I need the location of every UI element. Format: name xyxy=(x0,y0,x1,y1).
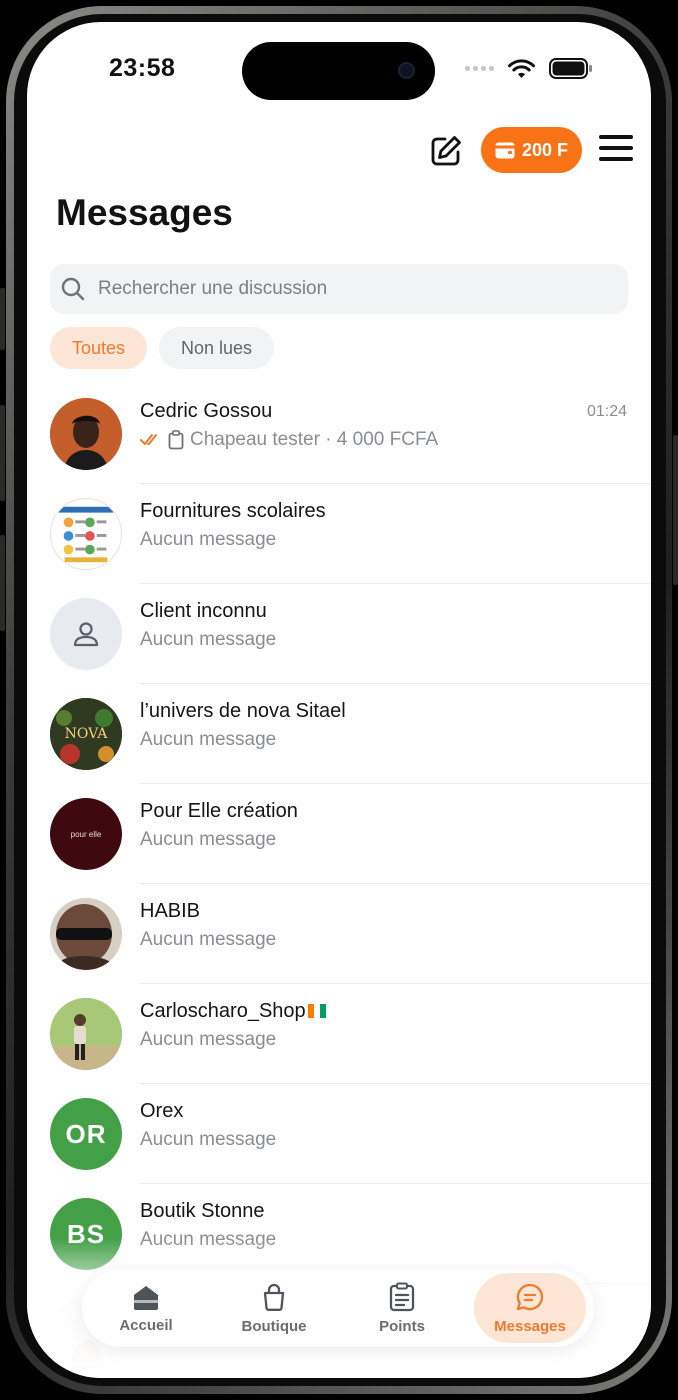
filter-unread-chip[interactable]: Non lues xyxy=(159,327,274,369)
volume-down-button xyxy=(0,535,5,631)
chat-bubble-icon xyxy=(516,1283,544,1310)
double-check-icon xyxy=(140,434,157,445)
avatar xyxy=(50,898,122,970)
last-message-text: Aucun message xyxy=(140,529,277,550)
pour-elle-logo-text: pour elle xyxy=(70,829,102,839)
contact-name: HABIB xyxy=(140,900,201,922)
nav-home-label: Accueil xyxy=(119,1316,173,1334)
last-message-preview: Chapeau tester · 4 000 FCFA xyxy=(140,429,438,451)
conversation-row[interactable]: Carloscharo_Shop Aucun message xyxy=(27,984,651,1084)
last-message-text: Aucun message xyxy=(140,629,277,650)
contact-name: Orex xyxy=(140,1100,184,1122)
contact-name: Carloscharo_Shop xyxy=(140,1000,326,1023)
avatar-initials: OR xyxy=(65,1118,107,1149)
menu-button[interactable] xyxy=(599,135,633,165)
search-icon xyxy=(61,277,85,301)
shopping-bag-icon xyxy=(263,1283,285,1311)
contact-name: Fournitures scolaires xyxy=(140,500,326,522)
message-time: 01:24 xyxy=(586,403,627,420)
nav-messages-label: Messages xyxy=(494,1317,566,1335)
last-message-text: Aucun message xyxy=(140,729,277,750)
status-time: 23:58 xyxy=(109,54,176,82)
page-title: Messages xyxy=(56,192,233,233)
avatar xyxy=(50,598,122,670)
nav-shop[interactable]: Boutique xyxy=(218,1273,330,1343)
signal-icon xyxy=(465,66,494,71)
contact-name-text: Carloscharo_Shop xyxy=(140,1000,306,1022)
wallet-balance-button[interactable]: 200 F xyxy=(481,127,582,173)
ivory-coast-flag-icon xyxy=(307,1004,326,1018)
nav-points[interactable]: Points xyxy=(346,1273,458,1343)
last-message-text: Aucun message xyxy=(140,829,277,850)
contact-name: l’univers de nova Sitael xyxy=(140,700,346,722)
avatar: NOVA xyxy=(50,698,122,770)
filter-all-chip[interactable]: Toutes xyxy=(50,327,147,369)
nav-home[interactable]: Accueil xyxy=(90,1273,202,1343)
last-message-text: Chapeau tester · 4 000 FCFA xyxy=(190,429,439,450)
person-photo xyxy=(50,398,122,470)
last-message-text: Aucun message xyxy=(140,1129,277,1150)
app-screen: 23:58 200 F Messages Rechercher une disc… xyxy=(27,22,651,1378)
hamburger-icon xyxy=(599,135,633,139)
volume-up-button xyxy=(0,405,5,501)
edit-icon xyxy=(431,136,461,166)
avatar: pour elle xyxy=(50,798,122,870)
contact-name: Client inconnu xyxy=(140,600,267,622)
contact-name: Cedric Gossou xyxy=(140,400,273,422)
nova-logo-image: NOVA xyxy=(50,698,122,770)
search-input[interactable]: Rechercher une discussion xyxy=(50,264,628,314)
person-photo xyxy=(50,898,122,970)
clipboard-list-icon xyxy=(389,1282,415,1311)
conversation-list: Cedric Gossou Chapeau tester · 4 000 FCF… xyxy=(27,384,651,1378)
avatar: OR xyxy=(50,1098,122,1170)
conversation-row[interactable]: Fournitures scolaires Aucun message xyxy=(27,484,651,584)
nova-logo-text: NOVA xyxy=(65,726,109,742)
nav-messages[interactable]: Messages xyxy=(474,1273,586,1343)
conversation-row[interactable]: OR Orex Aucun message xyxy=(27,1084,651,1184)
conversation-row[interactable]: pour elle Pour Elle création Aucun messa… xyxy=(27,784,651,884)
clipboard-icon xyxy=(168,430,184,450)
dynamic-island xyxy=(242,42,435,100)
wallet-balance: 200 F xyxy=(521,139,569,160)
conversation-row[interactable]: NOVA l’univers de nova Sitael Aucun mess… xyxy=(27,684,651,784)
nav-shop-label: Boutique xyxy=(241,1317,307,1335)
avatar xyxy=(50,998,122,1070)
wifi-icon xyxy=(508,58,535,78)
conversation-row[interactable]: Cedric Gossou Chapeau tester · 4 000 FCF… xyxy=(27,384,651,484)
search-placeholder: Rechercher une discussion xyxy=(98,278,328,299)
person-photo xyxy=(50,998,122,1070)
compose-button[interactable] xyxy=(429,134,465,170)
last-message-text: Aucun message xyxy=(140,929,277,950)
contact-name: Boutik Stonne xyxy=(140,1200,265,1222)
last-message-text: Aucun message xyxy=(140,1029,277,1050)
home-icon xyxy=(134,1285,158,1310)
avatar xyxy=(50,398,122,470)
conversation-row[interactable]: HABIB Aucun message xyxy=(27,884,651,984)
avatar xyxy=(50,498,122,570)
status-icons xyxy=(465,58,593,79)
contact-name: Pour Elle création xyxy=(140,800,298,822)
user-icon xyxy=(73,622,99,647)
wallet-icon xyxy=(495,142,515,158)
flyer-image xyxy=(58,506,114,563)
action-button xyxy=(0,288,5,350)
power-button xyxy=(673,435,678,585)
conversation-row[interactable]: Client inconnu Aucun message xyxy=(27,584,651,684)
battery-icon xyxy=(549,58,592,79)
camera-icon xyxy=(398,62,415,79)
nav-points-label: Points xyxy=(379,1317,425,1335)
bottom-nav: Accueil Boutique Points Messages xyxy=(82,1269,594,1347)
